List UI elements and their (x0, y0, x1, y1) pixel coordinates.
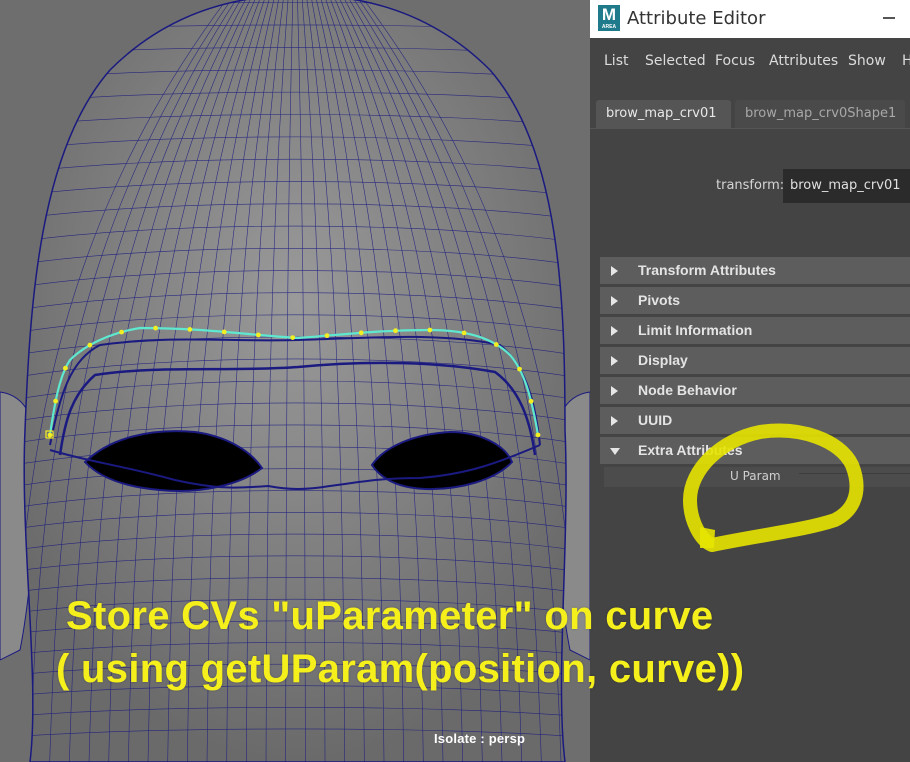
window-title: Attribute Editor (627, 8, 766, 29)
collapsed-arrow-icon (611, 266, 618, 276)
cv-point[interactable] (221, 329, 227, 335)
collapsed-arrow-icon (611, 386, 618, 396)
transform-name-field[interactable]: brow_map_crv01 (783, 169, 910, 203)
cv-point[interactable] (119, 329, 124, 335)
u-param-label: U Param (730, 469, 781, 483)
collapsed-arrow-icon (611, 326, 618, 336)
cv-point[interactable] (290, 335, 296, 340)
minimize-icon[interactable] (883, 17, 895, 19)
section-limit-information[interactable]: Limit Information (600, 317, 910, 344)
title-bar[interactable]: M AREA Attribute Editor (590, 0, 910, 38)
cv-point[interactable] (393, 328, 398, 334)
menu-selected[interactable]: Selected (645, 53, 706, 69)
menu-help[interactable]: H (902, 53, 910, 69)
cv-point[interactable] (461, 330, 467, 336)
menu-focus[interactable]: Focus (715, 53, 755, 69)
viewport-3d[interactable]: Isolate : persp (0, 0, 590, 762)
head-mesh (0, 0, 590, 762)
menu-list[interactable]: List (604, 53, 628, 69)
cv-point[interactable] (427, 327, 433, 333)
u-param-attribute-row: U Param (604, 467, 910, 487)
tab-brow-map-crv01[interactable]: brow_map_crv01 (596, 100, 731, 128)
section-node-behavior[interactable]: Node Behavior (600, 377, 910, 404)
menu-attributes[interactable]: Attributes (769, 53, 838, 69)
cv-point[interactable] (324, 333, 330, 338)
cv-point[interactable] (87, 342, 93, 348)
tab-brow-map-crv0shape1[interactable]: brow_map_crv0Shape1 (735, 100, 905, 128)
section-pivots[interactable]: Pivots (600, 287, 910, 314)
section-transform-attributes[interactable]: Transform Attributes (600, 257, 910, 284)
cv-point[interactable] (493, 342, 499, 347)
collapsed-arrow-icon (611, 356, 618, 366)
cv-point[interactable] (63, 365, 68, 371)
cv-point[interactable] (535, 432, 541, 438)
cv-point[interactable] (517, 366, 522, 372)
cv-point[interactable] (53, 398, 58, 404)
viewport-camera-label: Isolate : persp (434, 731, 526, 746)
cv-point[interactable] (153, 325, 159, 331)
section-display[interactable]: Display (600, 347, 910, 374)
menu-bar: List Selected Focus Attributes Show H (590, 38, 910, 86)
cv-point[interactable] (358, 330, 364, 336)
section-uuid[interactable]: UUID (600, 407, 910, 434)
menu-show[interactable]: Show (848, 53, 886, 69)
collapsed-arrow-icon (611, 296, 618, 306)
transform-label: transform: (716, 178, 785, 193)
cv-point[interactable] (187, 327, 193, 332)
maya-logo-icon: M AREA (598, 5, 620, 31)
cv-point[interactable] (47, 432, 53, 438)
cv-point[interactable] (528, 398, 534, 404)
section-extra-attributes[interactable]: Extra Attributes (600, 437, 910, 464)
attribute-editor-panel: M AREA Attribute Editor List Selected Foc… (590, 0, 910, 762)
u-param-field[interactable] (799, 473, 910, 482)
collapsed-arrow-icon (611, 416, 618, 426)
expanded-arrow-icon (610, 448, 620, 455)
node-tabs: brow_map_crv01 brow_map_crv0Shape1 (590, 96, 910, 128)
cv-point[interactable] (256, 332, 261, 338)
